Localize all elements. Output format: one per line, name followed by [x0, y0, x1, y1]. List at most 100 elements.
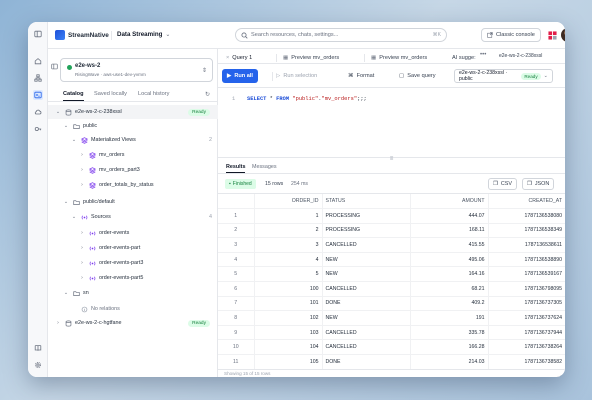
- column-header[interactable]: ORDER_ID: [254, 194, 323, 210]
- run-selection-button[interactable]: ▷ Run selection: [272, 69, 317, 83]
- table-row[interactable]: 2 2 PROCESSING 168.11 1787136538349: [218, 223, 565, 239]
- tree-item[interactable]: › mv_orders_part3: [48, 163, 218, 177]
- table-row[interactable]: 4 4 NEW 495.06 1787136538890: [218, 252, 565, 268]
- tab-preview-mv-orders-2[interactable]: ▦ Preview mv_orders: [364, 52, 427, 64]
- tree-item[interactable]: › order-events-part3: [48, 256, 218, 270]
- chevron-down-icon[interactable]: ⌄: [63, 199, 69, 205]
- tab-local-history[interactable]: Local history: [138, 91, 169, 100]
- table-row[interactable]: 7 101 DONE 409.2 1787136737305: [218, 296, 565, 312]
- play-outline-icon: ▷: [276, 73, 281, 79]
- export-json-button[interactable]: ❐ JSON: [522, 178, 555, 190]
- run-all-button[interactable]: ▶ Run all: [222, 69, 258, 83]
- book-icon[interactable]: [33, 343, 43, 353]
- sql-editor[interactable]: 1 SELECT * FROM "public"."mv_orders";;;: [218, 88, 565, 157]
- table-header: ORDER_ID STATUS AMOUNT CREATED_AT: [218, 194, 565, 210]
- tree-item[interactable]: ⌄ public: [48, 119, 218, 133]
- column-header[interactable]: STATUS: [322, 194, 411, 210]
- workspace-selector[interactable]: Data Streaming ⌄: [117, 31, 171, 38]
- row-index: 1: [218, 208, 255, 224]
- tree-item[interactable]: No relations: [48, 302, 218, 316]
- tab-ai-suggestion[interactable]: AI sugge:: [452, 52, 476, 64]
- sidebar-toggle-icon[interactable]: [33, 29, 43, 39]
- chevron-down-icon[interactable]: ›: [79, 182, 85, 188]
- tree-item[interactable]: › e2e-ws-2-c-hgtfane Ready: [48, 316, 218, 330]
- row-index: 10: [218, 339, 255, 356]
- table-row[interactable]: 11 105 DONE 214.03 1787136738582: [218, 354, 565, 370]
- apps-grid-icon[interactable]: [548, 31, 557, 40]
- status-cell: CANCELLED: [322, 281, 411, 297]
- chevron-down-icon[interactable]: ⌄: [71, 214, 77, 220]
- tab-query-1[interactable]: × Query 1: [226, 52, 252, 64]
- classic-console-button[interactable]: Classic console: [481, 28, 541, 42]
- hierarchy-icon[interactable]: [33, 73, 43, 83]
- tree-item[interactable]: › order-events-part: [48, 241, 218, 255]
- tree-item[interactable]: › order-events: [48, 226, 218, 240]
- chevron-down-icon[interactable]: ⌄: [63, 123, 69, 129]
- tab-catalog[interactable]: Catalog: [63, 91, 84, 101]
- json-label: JSON: [534, 181, 550, 187]
- column-header[interactable]: AMOUNT: [410, 194, 489, 210]
- target-selector[interactable]: e2e-ws-2-c-238xssl · public Ready ⌄: [454, 69, 553, 83]
- chevron-down-icon[interactable]: ⌄: [71, 137, 77, 143]
- chevron-down-icon[interactable]: ⌄: [55, 109, 61, 115]
- tree-item[interactable]: › order_totals_by_status: [48, 178, 218, 192]
- search-icon: [241, 31, 248, 39]
- status-badge: Ready: [521, 72, 541, 80]
- cloud-icon[interactable]: [33, 107, 43, 117]
- tab-saved-locally[interactable]: Saved locally: [94, 91, 127, 100]
- refresh-icon[interactable]: ↻: [205, 91, 210, 98]
- chevron-updown-icon: ⇕: [201, 68, 207, 74]
- table-row[interactable]: 8 102 NEW 191 1787136737624: [218, 310, 565, 326]
- chevron-down-icon[interactable]: ›: [79, 152, 85, 158]
- close-icon[interactable]: ×: [226, 55, 229, 61]
- table-row[interactable]: 5 5 NEW 164.16 1787136539167: [218, 266, 565, 283]
- export-csv-button[interactable]: ❐ CSV: [488, 178, 517, 190]
- table-row[interactable]: 9 103 CANCELLED 335.78 1787136737944: [218, 325, 565, 341]
- top-bar: StreamNative Data Streaming ⌄ Search reso…: [48, 22, 565, 49]
- app-logo[interactable]: StreamNative: [55, 30, 109, 40]
- home-icon[interactable]: [33, 56, 43, 66]
- avatar[interactable]: [561, 28, 565, 42]
- tree-item[interactable]: ⌄ Sources 4: [48, 210, 218, 224]
- tree-item[interactable]: ⌄ e2e-ws-2-c-238xssl Ready: [48, 105, 218, 119]
- more-tabs-icon[interactable]: •••: [480, 52, 486, 58]
- status-cell: PROCESSING: [322, 223, 411, 239]
- tab-preview-mv-orders[interactable]: ▦ Preview mv_orders: [276, 52, 339, 64]
- order-id-cell: 3: [254, 237, 323, 253]
- chevron-down-icon[interactable]: ›: [79, 260, 85, 266]
- check-icon: ▪: [229, 181, 231, 187]
- tree-item[interactable]: ⌄ Materialized Views 2: [48, 133, 218, 147]
- nav-rail: [28, 22, 48, 377]
- chevron-right-icon[interactable]: ›: [55, 320, 61, 326]
- table-row[interactable]: 6 100 CANCELLED 68.21 1787136798095: [218, 281, 565, 297]
- tree-item[interactable]: ⌄ public/default: [48, 195, 218, 209]
- row-index: 11: [218, 354, 255, 370]
- key-icon[interactable]: [33, 124, 43, 134]
- tree-item[interactable]: › mv_orders: [48, 148, 218, 162]
- tree-item-label: order-events: [99, 230, 130, 236]
- order-id-cell: 1: [254, 208, 323, 224]
- chevron-down-icon[interactable]: ⌄: [63, 290, 69, 296]
- tree-item[interactable]: › order-events-part5: [48, 271, 218, 285]
- format-button[interactable]: ⌘ Format: [348, 69, 374, 83]
- amount-cell: 168.11: [410, 223, 489, 239]
- table-row[interactable]: 10 104 CANCELLED 166.28 1787136738264: [218, 339, 565, 356]
- tree-item[interactable]: ⌄ sn: [48, 286, 218, 300]
- tree-item-label: public/default: [83, 199, 115, 205]
- table-row[interactable]: 1 1 PROCESSING 444.07 1787136538080: [218, 208, 565, 224]
- table-row[interactable]: 3 3 CANCELLED 415.55 1787136538611: [218, 237, 565, 253]
- tab-messages[interactable]: Messages: [252, 164, 277, 172]
- save-query-button[interactable]: ▢ Save query: [399, 69, 436, 83]
- amount-cell: 415.55: [410, 237, 489, 253]
- tab-results[interactable]: Results: [226, 164, 246, 173]
- column-header[interactable]: CREATED_AT: [488, 194, 565, 210]
- chevron-down-icon[interactable]: ›: [79, 230, 85, 236]
- chevron-down-icon[interactable]: ›: [79, 275, 85, 281]
- instance-selector[interactable]: e2e-ws-2 RisingWave · aws-use1-dev-yvmm …: [60, 58, 213, 82]
- chevron-down-icon[interactable]: ›: [79, 245, 85, 251]
- sql-editor-icon[interactable]: [33, 90, 43, 100]
- search-input[interactable]: Search resources, chats, settings... ⌘K: [235, 28, 447, 42]
- panel-collapse-icon[interactable]: [51, 63, 58, 70]
- settings-icon[interactable]: [33, 360, 43, 370]
- chevron-down-icon[interactable]: ›: [79, 167, 85, 173]
